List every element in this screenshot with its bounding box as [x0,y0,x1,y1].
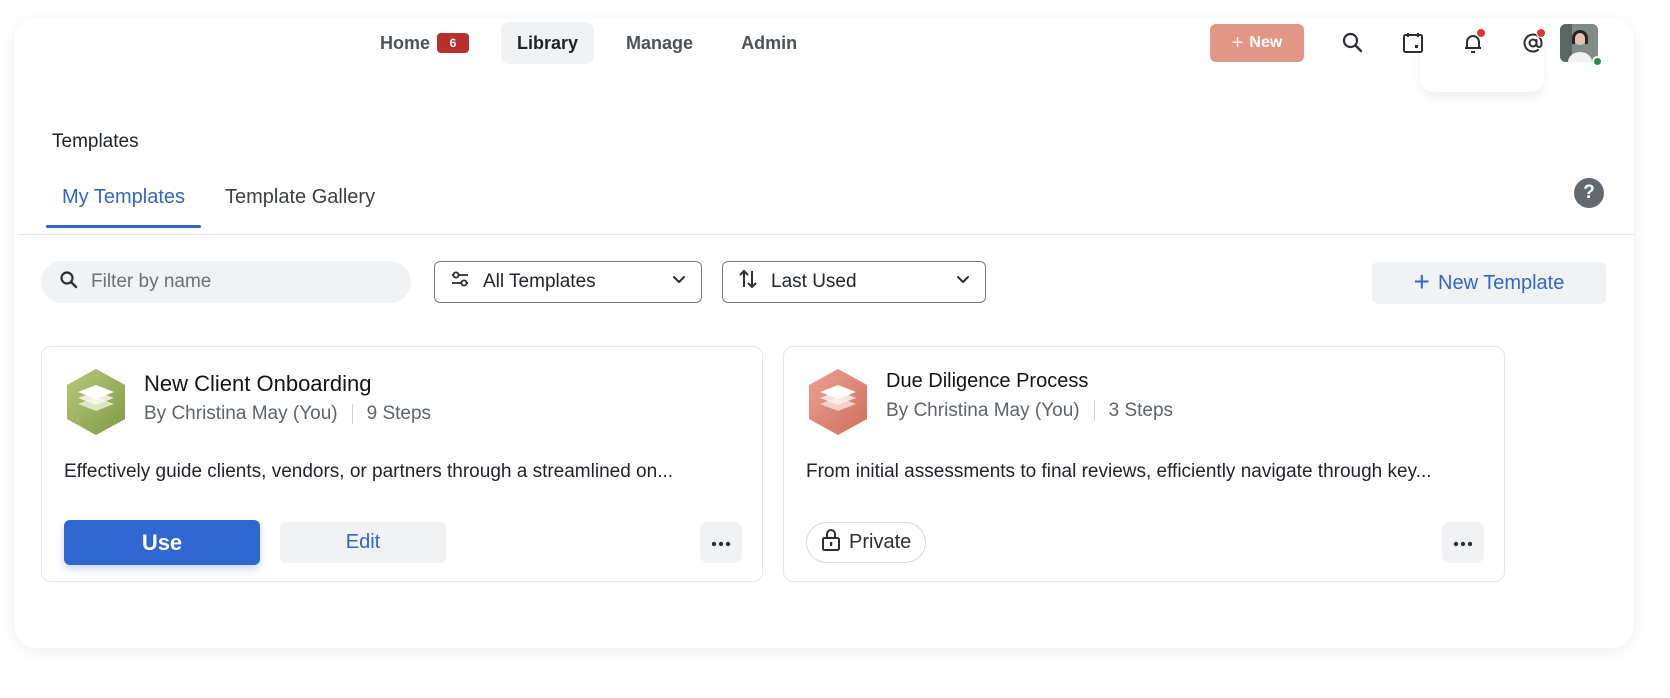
plus-icon: + [1231,31,1244,54]
new-template-label: New Template [1438,271,1565,294]
template-type-value: All Templates [483,271,596,292]
filter-by-name-input[interactable] [91,271,391,293]
lock-icon [821,528,841,558]
chevron-down-icon [671,271,687,293]
meta-divider [351,404,353,424]
online-status-indicator [1592,56,1603,67]
template-layers-icon [806,367,870,437]
template-title[interactable]: New Client Onboarding [144,371,371,397]
tabs-divider [18,234,1634,235]
template-type-select[interactable]: All Templates [434,261,702,303]
sort-select[interactable]: Last Used [722,261,986,303]
nav-item-library[interactable]: Library [501,22,595,64]
tab-template-gallery[interactable]: Template Gallery [209,170,391,227]
avatar[interactable] [1560,24,1598,62]
nav-item-manage[interactable]: Manage [610,22,709,64]
search-icon[interactable] [1336,26,1370,60]
template-description: Effectively guide clients, vendors, or p… [64,461,674,482]
private-badge: Private [806,522,927,563]
ellipsis-icon [1453,534,1473,552]
calendar-icon[interactable] [1396,26,1430,60]
new-button-label: New [1249,34,1283,51]
nav-item-home[interactable]: Home 6 [364,22,485,64]
nav-item-label: Admin [741,32,798,53]
private-label: Private [849,531,912,553]
nav-item-label: Home [380,32,431,53]
template-card[interactable]: New Client Onboarding By Christina May (… [41,346,763,582]
new-template-button[interactable]: + New Template [1372,262,1606,304]
more-options-button[interactable] [1442,522,1484,563]
bell-icon[interactable] [1456,26,1490,60]
template-meta: By Christina May (You) 9 Steps [144,403,431,425]
help-icon[interactable]: ? [1574,178,1604,208]
filter-sliders-icon [449,268,471,296]
search-box[interactable] [41,261,411,303]
template-description: From initial assessments to final review… [806,461,1432,482]
template-meta: By Christina May (You) 3 Steps [886,400,1173,422]
search-icon [59,270,79,295]
nav-item-label: Library [517,32,579,53]
template-card[interactable]: Due Diligence Process By Christina May (… [783,346,1505,582]
edit-button[interactable]: Edit [280,522,446,563]
new-button[interactable]: + New [1210,24,1304,62]
unread-dot [1476,28,1486,38]
tab-my-templates[interactable]: My Templates [46,170,202,228]
template-author: By Christina May (You) [886,400,1080,421]
sort-icon [737,268,759,296]
meta-divider [1093,401,1095,421]
ellipsis-icon [711,534,731,552]
more-options-button[interactable] [700,522,742,563]
page-title: Templates [52,131,139,152]
template-steps: 9 Steps [366,403,432,424]
notification-count-badge: 6 [437,33,470,53]
mention-icon[interactable] [1516,26,1550,60]
template-tabs: My Templates Template Gallery [46,170,391,228]
top-nav: Home 6 Library Manage Admin [364,22,829,64]
unread-dot [1536,28,1546,38]
nav-item-label: Manage [626,32,694,53]
template-author: By Christina May (You) [144,403,338,424]
sort-value: Last Used [771,271,857,292]
template-layers-icon [64,367,128,437]
use-button[interactable]: Use [64,520,260,565]
template-title[interactable]: Due Diligence Process [886,370,1088,393]
template-steps: 3 Steps [1108,400,1174,421]
nav-item-admin[interactable]: Admin [725,22,813,64]
plus-icon: + [1413,265,1430,297]
chevron-down-icon [955,271,971,293]
